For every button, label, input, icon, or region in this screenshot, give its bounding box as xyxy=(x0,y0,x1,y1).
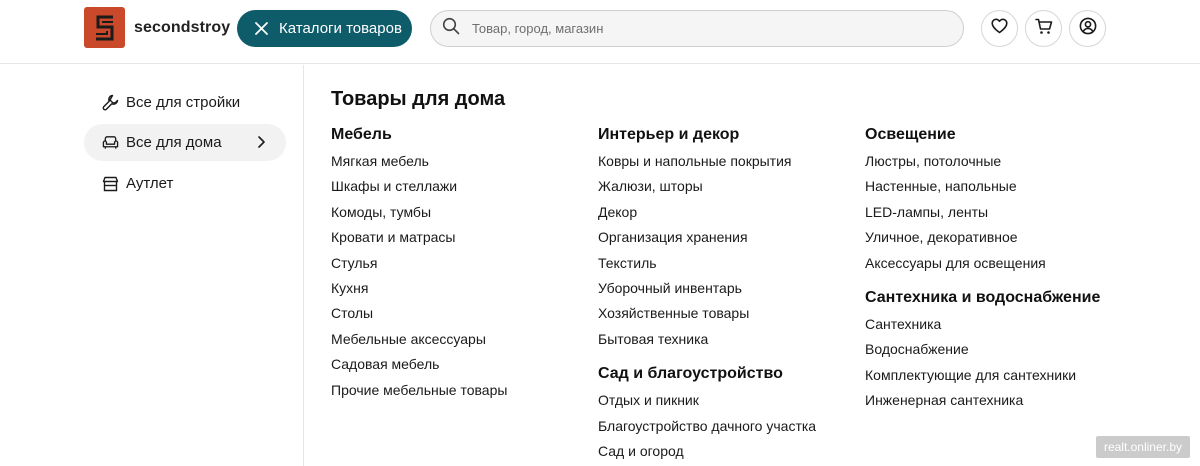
category-sidebar: Все для стройки Все для дома Аутлет xyxy=(0,65,304,466)
category-link[interactable]: Благоустройство дачного участка xyxy=(598,417,816,442)
brand-name: secondstroy xyxy=(134,18,231,36)
sidebar-item-label: Все для дома xyxy=(126,134,222,151)
watermark: realt.onliner.by xyxy=(1095,436,1190,458)
category-link[interactable]: Инженерная сантехника xyxy=(865,391,1100,416)
category-link[interactable]: Текстиль xyxy=(598,254,816,279)
category-link[interactable]: Уличное, декоративное xyxy=(865,228,1100,253)
close-icon xyxy=(254,21,269,36)
sidebar-item-outlet[interactable]: Аутлет xyxy=(84,165,286,202)
search-bar[interactable] xyxy=(430,10,964,47)
sidebar-item-construction[interactable]: Все для стройки xyxy=(84,84,286,121)
cart-button[interactable] xyxy=(1025,10,1062,47)
category-link[interactable]: LED-лампы, ленты xyxy=(865,203,1100,228)
category-link[interactable]: Отдых и пикник xyxy=(598,391,816,416)
category-link[interactable]: Аксессуары для освещения xyxy=(865,254,1100,279)
sidebar-item-label: Аутлет xyxy=(126,175,174,192)
page-title: Товары для дома xyxy=(331,88,506,110)
category-link[interactable]: Комплектующие для сантехники xyxy=(865,366,1100,391)
logo[interactable]: secondstroy xyxy=(84,7,230,48)
store-icon xyxy=(102,175,119,192)
category-link[interactable]: Уборочный инвентарь xyxy=(598,279,816,304)
category-link[interactable]: Хозяйственные товары xyxy=(598,304,816,329)
profile-button[interactable] xyxy=(1069,10,1106,47)
category-link[interactable]: Шкафы и стеллажи xyxy=(331,177,507,202)
category-link[interactable]: Декор xyxy=(598,203,816,228)
group-heading: Интерьер и декор xyxy=(598,126,740,143)
catalog-button[interactable]: Каталоги товаров xyxy=(237,10,412,47)
catalog-button-label: Каталоги товаров xyxy=(279,20,402,37)
category-link[interactable]: Кухня xyxy=(331,279,507,304)
category-link[interactable]: Водоснабжение xyxy=(865,340,1100,365)
category-link[interactable]: Люстры, потолочные xyxy=(865,152,1100,177)
search-input[interactable] xyxy=(472,21,932,36)
category-column: Освещение Люстры, потолочные Настенные, … xyxy=(865,126,1100,417)
category-link[interactable]: Сад и огород xyxy=(598,442,816,466)
group-heading: Освещение xyxy=(865,126,956,143)
category-link[interactable]: Организация хранения xyxy=(598,228,816,253)
sidebar-item-label: Все для стройки xyxy=(126,94,241,111)
group-heading: Сад и благоустройство xyxy=(598,365,783,383)
cart-icon xyxy=(1034,18,1053,40)
category-link[interactable]: Бытовая техника xyxy=(598,330,816,355)
group-heading: Сантехника и водоснабжение xyxy=(865,288,1101,306)
category-link[interactable]: Садовая мебель xyxy=(331,355,507,380)
sidebar-item-home[interactable]: Все для дома xyxy=(84,124,286,161)
top-header: secondstroy Каталоги товаров xyxy=(0,0,1200,64)
category-link[interactable]: Столы xyxy=(331,304,507,329)
category-link[interactable]: Ковры и напольные покрытия xyxy=(598,152,816,177)
chevron-right-icon xyxy=(254,135,268,149)
category-link[interactable]: Жалюзи, шторы xyxy=(598,177,816,202)
category-link[interactable]: Настенные, напольные xyxy=(865,177,1100,202)
category-link[interactable]: Мебельные аксессуары xyxy=(331,330,507,355)
category-column: Интерьер и декор Ковры и напольные покры… xyxy=(598,126,816,466)
category-link[interactable]: Стулья xyxy=(331,254,507,279)
category-column: Мебель Мягкая мебель Шкафы и стеллажи Ко… xyxy=(331,126,507,406)
heart-icon xyxy=(991,18,1008,39)
category-link[interactable]: Сантехника xyxy=(865,315,1100,340)
category-link[interactable]: Прочие мебельные товары xyxy=(331,381,507,406)
category-link[interactable]: Мягкая мебель xyxy=(331,152,507,177)
user-icon xyxy=(1079,17,1097,40)
wrench-icon xyxy=(102,94,119,111)
search-icon xyxy=(442,17,460,40)
group-heading: Мебель xyxy=(331,126,392,143)
favorites-button[interactable] xyxy=(981,10,1018,47)
category-link[interactable]: Комоды, тумбы xyxy=(331,203,507,228)
logo-mark-icon xyxy=(84,7,125,48)
sofa-icon xyxy=(102,134,119,151)
category-link[interactable]: Кровати и матрасы xyxy=(331,228,507,253)
